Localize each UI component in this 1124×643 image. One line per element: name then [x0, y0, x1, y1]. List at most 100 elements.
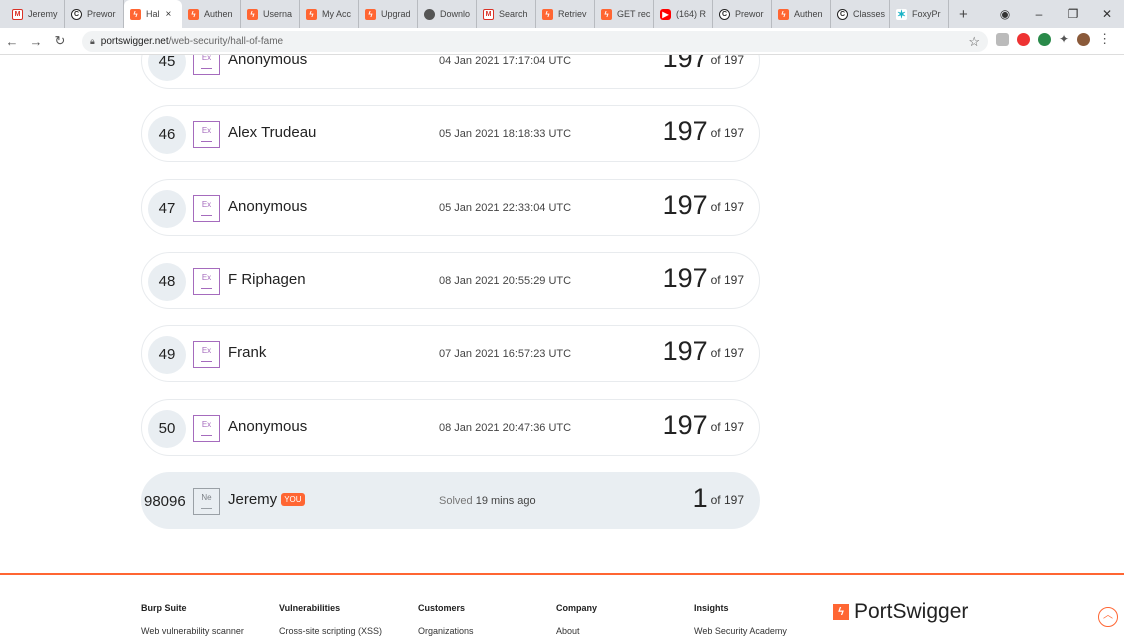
reload-button[interactable]: ↻ [48, 33, 72, 49]
browser-tab[interactable]: C Prewor [65, 0, 124, 28]
scroll-to-top-button[interactable]: ︿ [1098, 607, 1118, 627]
browser-tab[interactable]: Downlo [418, 0, 477, 28]
score-total: of 197 [710, 126, 744, 140]
browser-tab[interactable]: ✶ FoxyPr [890, 0, 949, 28]
score-value: 197 [662, 190, 708, 220]
url-path: /web-security/hall-of-fame [168, 36, 284, 47]
footer-column-title: Burp Suite [141, 603, 187, 613]
score-value: 1 [692, 483, 708, 513]
chrome-c-icon: C [837, 8, 848, 20]
extension-icon[interactable] [996, 32, 1009, 46]
browser-tab[interactable]: ▶ (164) R [654, 0, 713, 28]
lock-icon[interactable]: 🔒︎ [90, 36, 95, 47]
expert-badge-icon: Ex [193, 268, 220, 295]
rank-number: 98096 [144, 493, 186, 510]
footer-link[interactable]: About [556, 626, 597, 636]
avatar[interactable] [1077, 32, 1091, 46]
extension-icon[interactable] [1017, 32, 1030, 46]
profile-icon[interactable]: ◉ [988, 7, 1022, 21]
close-window-button[interactable]: ✕ [1090, 7, 1124, 21]
foxyproxy-icon: ✶ [896, 8, 907, 21]
browser-tab[interactable]: M Search [477, 0, 536, 28]
user-name: Anonymous [228, 55, 308, 68]
close-tab-icon[interactable]: × [166, 9, 172, 20]
brand-name: PortSwigger [854, 600, 969, 623]
browser-tab[interactable]: ϟ Retriev [536, 0, 595, 28]
score-total: of 197 [710, 55, 744, 67]
footer-column-title: Customers [418, 603, 466, 613]
footer-divider [0, 573, 1124, 575]
portswigger-icon: ϟ [247, 8, 258, 20]
browser-tab[interactable]: C Prewor [713, 0, 772, 28]
solved-ago: 19 mins ago [475, 495, 536, 507]
score: 197 of 197 [663, 116, 744, 147]
tab-label: Prewor [87, 9, 116, 19]
forward-button[interactable]: → [24, 34, 48, 49]
tab-label: Hal [146, 9, 160, 19]
score-value: 197 [662, 55, 708, 73]
completion-date: 08 Jan 2021 20:55:29 UTC [439, 275, 572, 287]
tab-label: Authen [794, 9, 823, 19]
back-button[interactable]: ← [0, 34, 24, 49]
tab-label: FoxyPr [912, 9, 941, 19]
footer-column: Customers Organizations [418, 603, 474, 642]
completion-date: 05 Jan 2021 18:18:33 UTC [439, 128, 572, 140]
footer-link[interactable]: Cross-site scripting (XSS) [279, 626, 382, 636]
tab-label: Jeremy [28, 9, 58, 19]
score-value: 197 [662, 336, 708, 366]
browser-tab[interactable]: M Jeremy [6, 0, 65, 28]
completion-date: 08 Jan 2021 20:47:36 UTC [439, 422, 572, 434]
browser-tab[interactable]: ϟ GET rec [595, 0, 654, 28]
score-total: of 197 [710, 273, 744, 287]
tab-label: Search [499, 9, 528, 19]
puzzle-extensions-icon[interactable]: ✦ [1059, 32, 1069, 46]
completion-date: 04 Jan 2021 17:17:04 UTC [439, 55, 572, 67]
user-name: Jeremy YOU [228, 491, 305, 508]
rank-number: 50 [148, 410, 186, 448]
maximize-button[interactable]: ❐ [1056, 7, 1090, 21]
expert-badge-icon: Ex [193, 121, 220, 148]
footer-column: Insights Web Security Academy [694, 603, 787, 642]
expert-badge-icon: Ex [193, 195, 220, 222]
current-user-row: 98096 Ne Jeremy YOU Solved 19 mins ago 1o… [141, 472, 760, 529]
chrome-c-icon: C [719, 8, 730, 20]
leaderboard-row: 46 Ex Alex Trudeau 05 Jan 2021 18:18:33 UTC… [141, 105, 760, 162]
portswigger-logo[interactable]: ϟ PortSwigger [833, 600, 968, 624]
portswigger-icon: ϟ [306, 8, 317, 20]
footer-link[interactable]: Web Security Academy [694, 626, 787, 636]
expert-badge-icon: Ex [193, 415, 220, 442]
you-badge: YOU [281, 492, 305, 506]
rank-number: 49 [148, 336, 186, 374]
leaderboard-row: 49 Ex Frank 07 Jan 2021 16:57:23 UTC 197 of 1… [141, 325, 760, 382]
score: 197 of 197 [663, 190, 744, 221]
browser-tab[interactable]: ϟ Userna [241, 0, 300, 28]
browser-tab[interactable]: C Classes [831, 0, 890, 28]
extension-icon[interactable] [1038, 32, 1051, 46]
browser-tab[interactable]: ϟ My Acc [300, 0, 359, 28]
url-input[interactable]: 🔒︎ portswigger.net/web-security/hall-of-… [82, 31, 988, 52]
tab-label: Upgrad [381, 9, 411, 19]
portswigger-icon: ϟ [542, 8, 553, 20]
rank-number: 45 [148, 55, 186, 81]
leaderboard-row: 47 Ex Anonymous 05 Jan 2021 22:33:04 UTC 197… [141, 179, 760, 236]
browser-tab[interactable]: ϟ Upgrad [359, 0, 418, 28]
bookmark-star-icon[interactable]: ☆ [968, 34, 980, 50]
address-bar: ← → ↻ 🔒︎ portswigger.net/web-security/ha… [0, 28, 1124, 55]
browser-tab[interactable]: ϟ Authen [182, 0, 241, 28]
footer-link[interactable]: Web vulnerability scanner [141, 626, 244, 636]
score-total: of 197 [710, 346, 744, 360]
user-name-text: Jeremy [228, 491, 278, 508]
menu-kebab-icon[interactable]: ⋮ [1098, 31, 1111, 47]
footer-column-title: Vulnerabilities [279, 603, 341, 613]
footer-link[interactable]: Organizations [418, 626, 474, 636]
youtube-icon: ▶ [660, 8, 671, 20]
footer-column-title: Insights [694, 603, 729, 613]
browser-tab[interactable]: ϟ Authen [772, 0, 831, 28]
browser-tab[interactable]: ϟ Hal × [124, 0, 182, 28]
gmail-icon: M [12, 8, 23, 20]
rank-number: 46 [148, 116, 186, 154]
user-name: F Riphagen [228, 271, 306, 288]
minimize-button[interactable]: – [1022, 7, 1056, 21]
tab-list: M Jeremy C Prewor ϟ Hal × ϟ Authen ϟ Userna ϟ My Acc… [6, 0, 949, 28]
new-tab-button[interactable]: + [949, 6, 978, 23]
